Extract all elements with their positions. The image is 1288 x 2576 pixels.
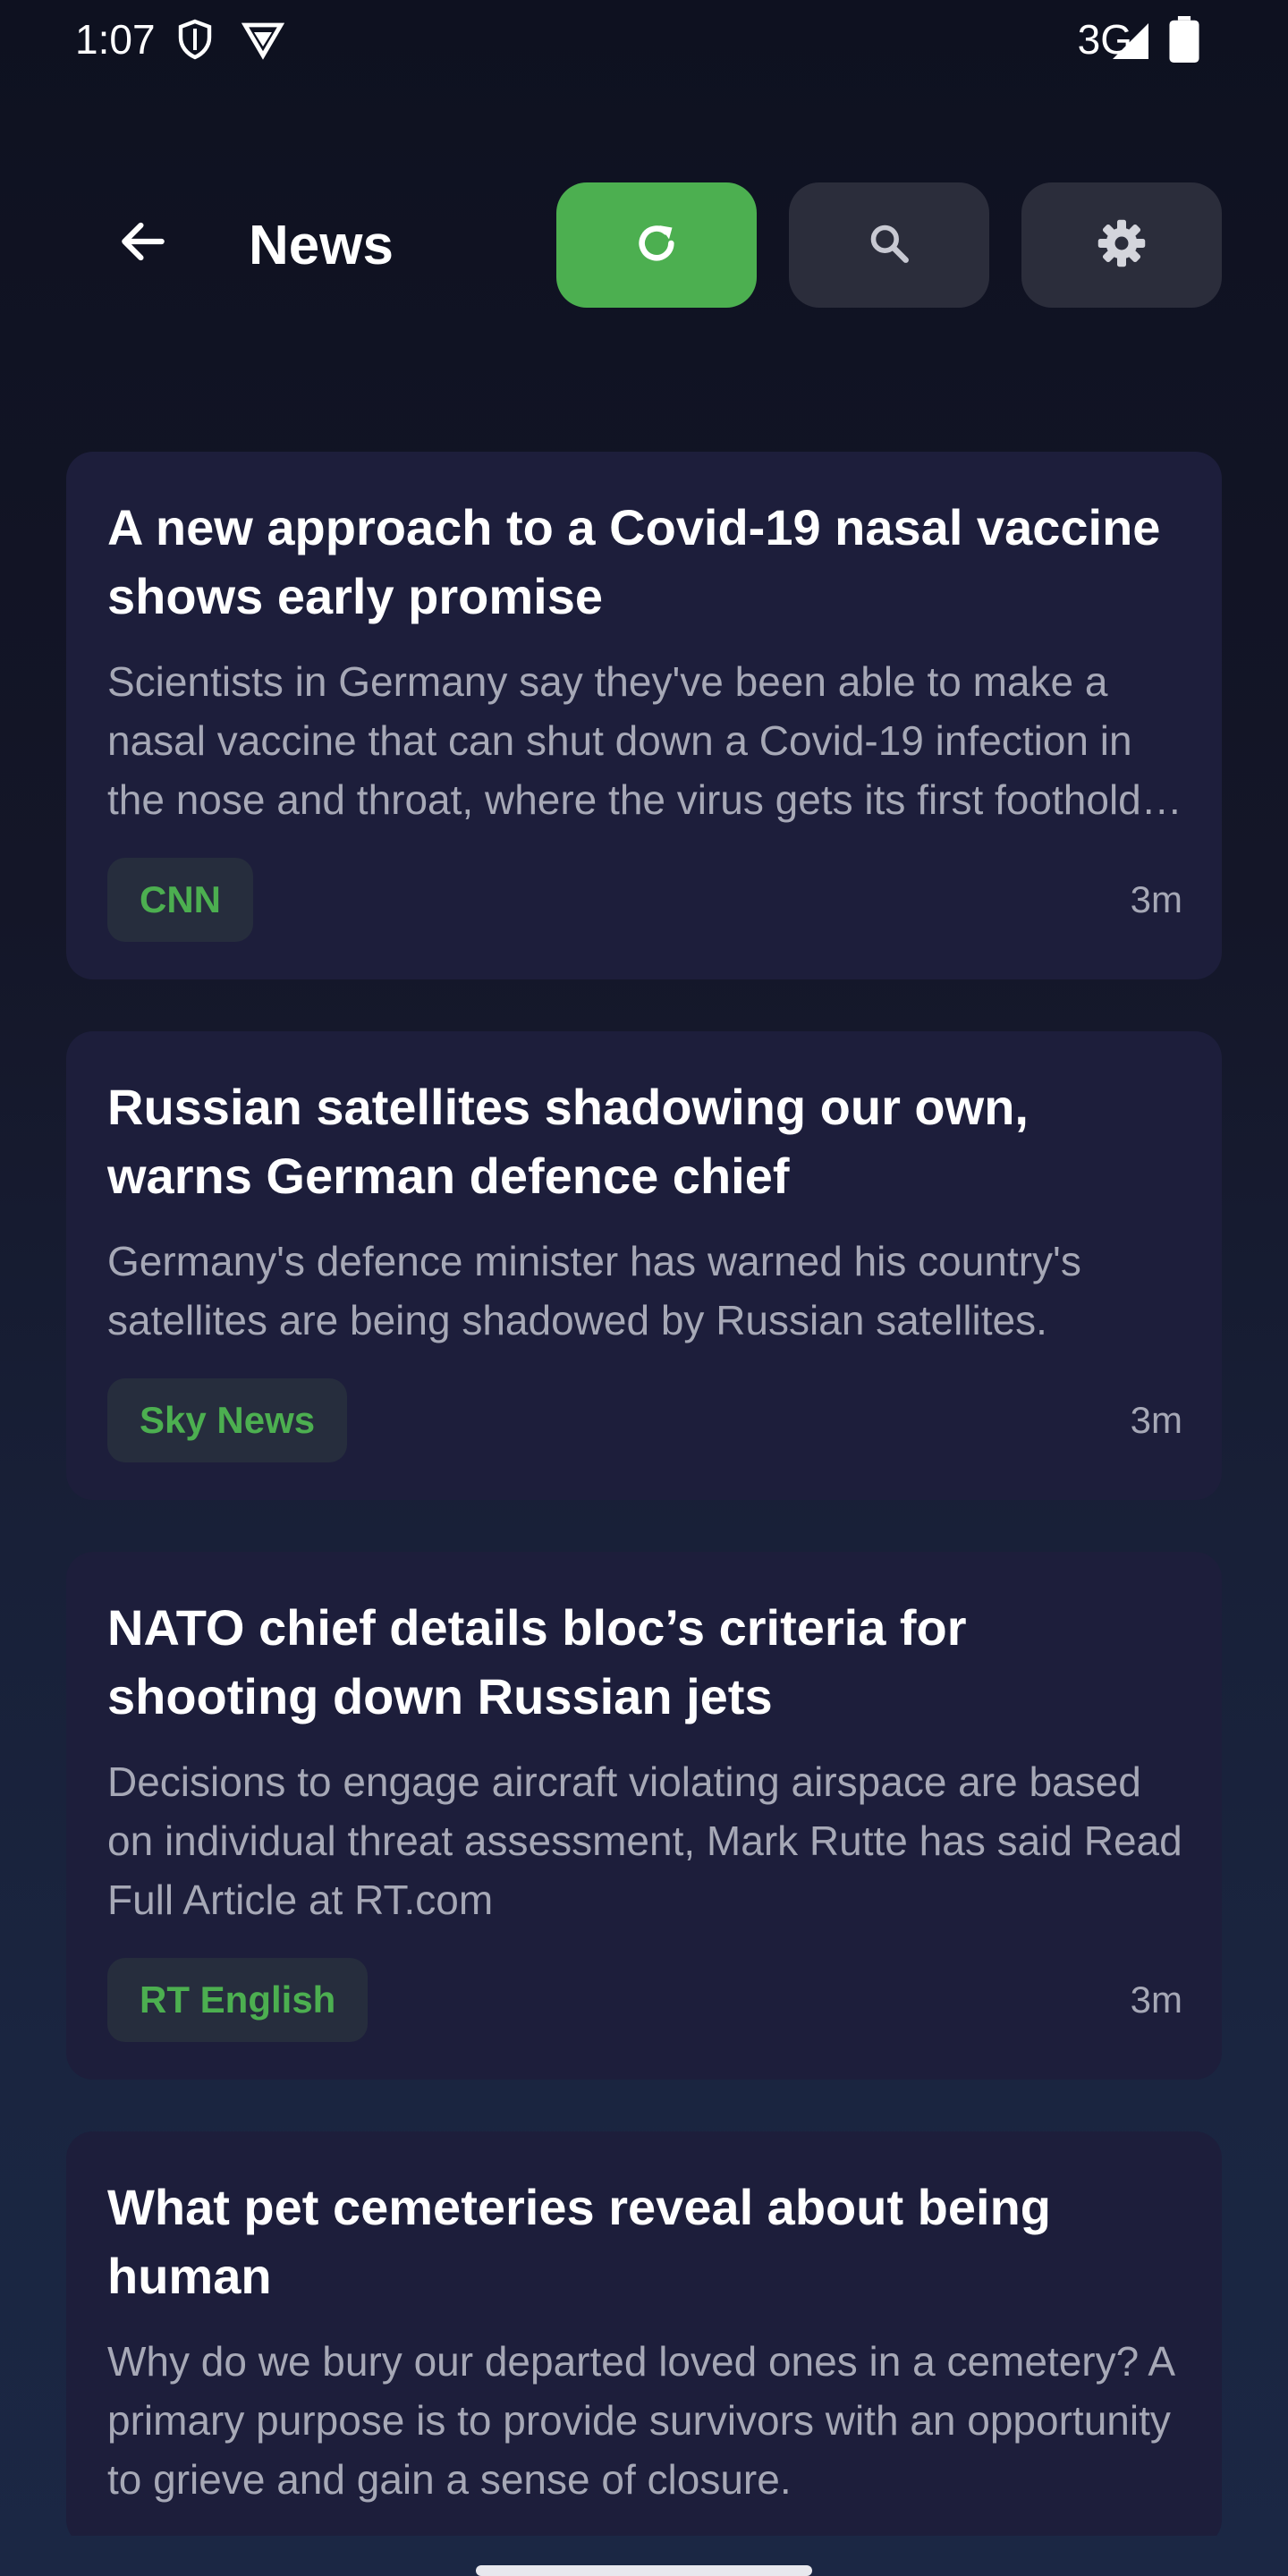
- news-card[interactable]: Russian satellites shadowing our own, wa…: [66, 1031, 1222, 1500]
- news-card[interactable]: NATO chief details bloc’s criteria for s…: [66, 1552, 1222, 2080]
- article-time: 3m: [1130, 1979, 1182, 2021]
- search-button[interactable]: [789, 182, 989, 308]
- article-summary: Germany's defence minister has warned hi…: [107, 1238, 1081, 1343]
- battery-icon: [1168, 16, 1211, 63]
- article-summary: Decisions to engage aircraft violating a…: [107, 1758, 1182, 1923]
- news-card[interactable]: A new approach to a Covid-19 nasal vacci…: [66, 452, 1222, 979]
- back-button[interactable]: [106, 206, 181, 281]
- article-title: NATO chief details bloc’s criteria for s…: [107, 1599, 967, 1724]
- vpn-icon: [241, 18, 285, 61]
- signal-icon: [1109, 20, 1152, 63]
- page-title: News: [249, 215, 394, 276]
- article-title: Russian satellites shadowing our own, wa…: [107, 1079, 1029, 1204]
- status-time: 1:07: [75, 16, 156, 63]
- search-icon: [864, 218, 914, 273]
- card-footer: RT English 3m: [107, 1958, 1182, 2042]
- status-bar: 1:07 3G: [0, 0, 1288, 80]
- article-summary: Scientists in Germany say they've been a…: [107, 658, 1141, 823]
- refresh-icon: [631, 218, 682, 273]
- source-badge[interactable]: CNN: [107, 858, 253, 942]
- settings-button[interactable]: [1021, 182, 1222, 308]
- article-time: 3m: [1130, 878, 1182, 920]
- shield-icon: [174, 18, 216, 61]
- news-card[interactable]: What pet cemeteries reveal about being h…: [66, 2131, 1222, 2536]
- card-footer: Sky News 3m: [107, 1378, 1182, 1462]
- source-badge[interactable]: Sky News: [107, 1378, 348, 1462]
- header: News: [0, 182, 1288, 308]
- card-footer: CNN 3m: [107, 858, 1182, 942]
- article-title: A new approach to a Covid-19 nasal vacci…: [107, 499, 1161, 624]
- source-badge[interactable]: RT English: [107, 1958, 369, 2042]
- article-title: What pet cemeteries reveal about being h…: [107, 2179, 1051, 2304]
- gear-icon: [1095, 216, 1148, 275]
- article-time: 3m: [1130, 1399, 1182, 1441]
- news-feed[interactable]: A new approach to a Covid-19 nasal vacci…: [66, 452, 1222, 2536]
- article-summary: Why do we bury our departed loved ones i…: [107, 2338, 1174, 2503]
- arrow-back-icon: [115, 214, 171, 274]
- refresh-button[interactable]: [556, 182, 757, 308]
- home-indicator[interactable]: [476, 2565, 812, 2576]
